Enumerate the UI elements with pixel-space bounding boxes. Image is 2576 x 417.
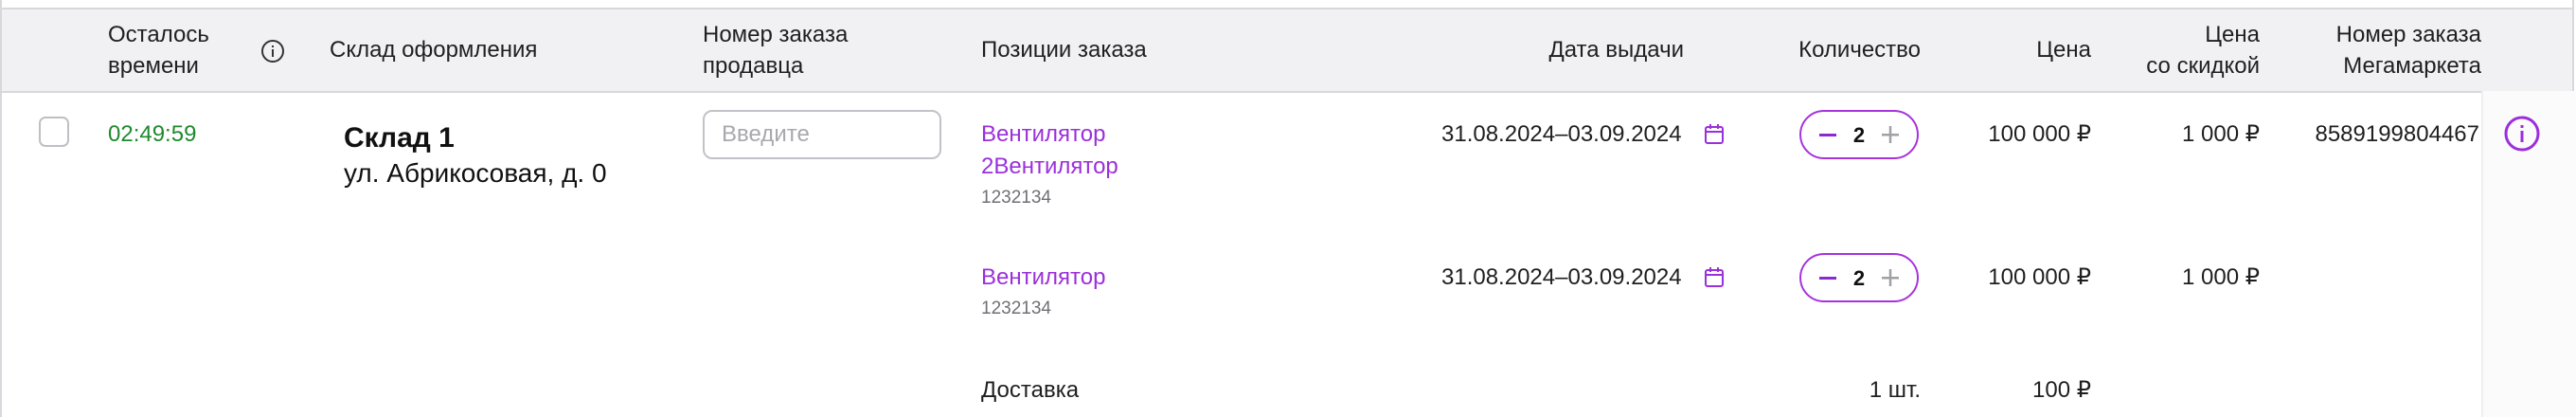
delivery-label: Доставка: [981, 377, 1080, 403]
item-1-discount-price: 1 000 ₽: [2182, 121, 2260, 147]
item-2-sku: 1232134: [981, 299, 1051, 318]
item-1-price: 100 000 ₽: [1988, 121, 2091, 147]
item-1-name-line2[interactable]: 2Вентилятор: [981, 151, 1118, 183]
item-2-discount-price: 1 000 ₽: [2182, 264, 2260, 290]
item-1-date: 31.08.2024–03.09.2024: [1441, 121, 1682, 147]
calendar-icon[interactable]: [1701, 121, 1727, 148]
time-left-value: 02:49:59: [108, 121, 197, 147]
order-row: 02:49:59 Склад 1 ул. Абрикосовая, д. 0 В…: [2, 0, 2572, 417]
item-1-qty-stepper: 2: [1799, 110, 1919, 159]
item-2-name[interactable]: Вентилятор: [981, 262, 1105, 294]
item-1-sku: 1232134: [981, 188, 1051, 208]
seller-order-input[interactable]: [703, 110, 941, 159]
info-icon[interactable]: [2503, 115, 2541, 153]
item-1-name-line1[interactable]: Вентилятор: [981, 118, 1105, 151]
order-checkbox[interactable]: [39, 117, 69, 147]
delivery-price: 100 ₽: [2032, 377, 2091, 403]
plus-icon[interactable]: [1877, 121, 1904, 148]
item-2-date: 31.08.2024–03.09.2024: [1441, 264, 1682, 290]
mm-order-number: 8589199804467: [2315, 121, 2479, 147]
orders-table: Осталось времени Склад оформления Номер …: [0, 0, 2576, 417]
item-2-qty-stepper: 2: [1799, 253, 1919, 302]
delivery-qty: 1 шт.: [1869, 377, 1921, 403]
item-2-price: 100 000 ₽: [1988, 264, 2091, 290]
plus-icon[interactable]: [1877, 264, 1904, 291]
warehouse-title: Склад 1: [344, 122, 455, 154]
calendar-icon[interactable]: [1701, 264, 1727, 291]
warehouse-address: ул. Абрикосовая, д. 0: [344, 158, 607, 188]
